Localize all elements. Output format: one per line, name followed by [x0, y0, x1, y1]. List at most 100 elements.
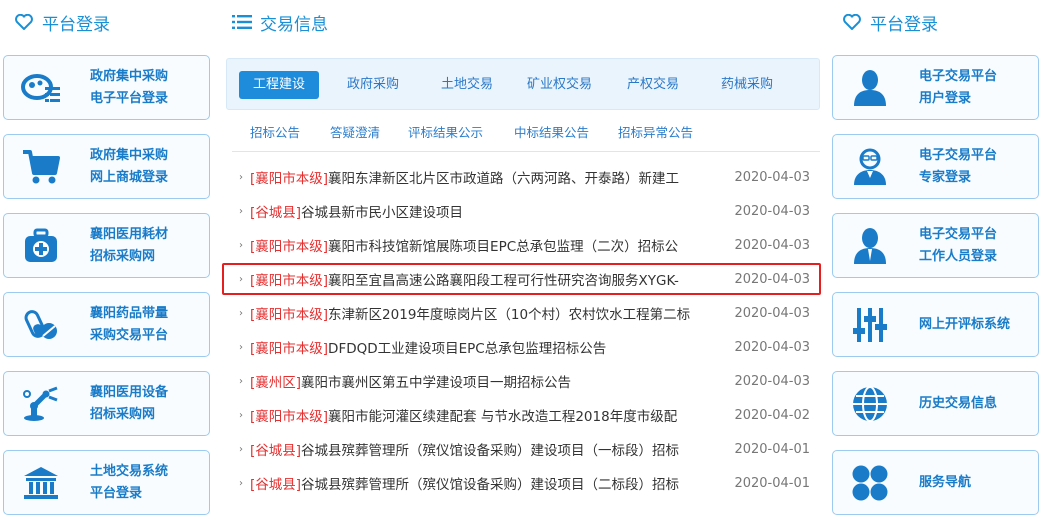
- chevron-right-icon: ›: [239, 341, 243, 353]
- news-date: 2020-04-03: [734, 305, 810, 321]
- right-section-heading: 平台登录: [842, 8, 938, 36]
- user-icon: [847, 65, 893, 111]
- subtab-award-result[interactable]: 中标结果公告: [514, 124, 589, 142]
- card-user-login[interactable]: 电子交易平台 用户登录: [832, 55, 1039, 120]
- news-date: 2020-04-03: [734, 339, 810, 355]
- card-medical-consumables[interactable]: 襄阳医用耗材 招标采购网: [3, 213, 210, 278]
- tab-property-rights[interactable]: 产权交易: [627, 71, 679, 99]
- medical-kit-icon: [18, 223, 64, 269]
- news-title[interactable]: 襄阳市襄州区第五中学建设项目一期招标公告: [301, 375, 571, 391]
- region-tag: [襄阳市本级]: [250, 239, 329, 255]
- trade-category-tabs: 工程建设 政府采购 土地交易 矿业权交易 产权交易 药械采购: [226, 58, 820, 110]
- chevron-right-icon: ›: [239, 205, 243, 217]
- subtab-tender-exception[interactable]: 招标异常公告: [618, 124, 693, 142]
- card-line2: 网上商城登录: [90, 169, 169, 185]
- region-tag: [襄阳市本级]: [250, 409, 329, 425]
- region-tag: [谷城县]: [250, 477, 302, 493]
- list-item[interactable]: › [襄阳市本级]襄阳市科技馆新馆展陈项目EPC总承包监理（二次）招标公 202…: [232, 234, 822, 256]
- subtab-tender-notice[interactable]: 招标公告: [250, 124, 300, 142]
- region-tag: [襄阳市本级]: [250, 341, 329, 357]
- news-date: 2020-04-02: [734, 407, 810, 423]
- list-item[interactable]: › [襄阳市本级]东津新区2019年度晾岗片区（10个村）农村饮水工程第二标 2…: [232, 302, 822, 324]
- tab-gov-procurement[interactable]: 政府采购: [347, 71, 399, 99]
- card-online-bid-evaluation[interactable]: 网上开评标系统: [832, 292, 1039, 357]
- card-line1: 历史交易信息: [919, 395, 998, 411]
- news-title[interactable]: 襄阳市科技馆新馆展陈项目EPC总承包监理（二次）招标公: [328, 239, 678, 255]
- tab-land-trading[interactable]: 土地交易: [441, 71, 493, 99]
- subtab-bid-evaluation-result[interactable]: 评标结果公示: [408, 124, 483, 142]
- news-title[interactable]: 谷城县殡葬管理所（殡仪馆设备采购）建设项目（二标段）招标: [301, 477, 679, 493]
- staff-icon: [847, 223, 893, 269]
- tab-engineering[interactable]: 工程建设: [239, 71, 320, 99]
- chevron-right-icon: ›: [239, 307, 243, 319]
- middle-heading-label: 交易信息: [260, 14, 328, 35]
- news-date: 2020-04-01: [734, 441, 810, 457]
- card-history-trading-info[interactable]: 历史交易信息: [832, 371, 1039, 436]
- card-line1: 电子交易平台: [919, 68, 998, 84]
- chevron-right-icon: ›: [239, 171, 243, 183]
- news-date: 2020-04-03: [734, 237, 810, 253]
- news-title[interactable]: 襄阳市能河灌区续建配套 与节水改造工程2018年度市级配: [328, 409, 677, 425]
- card-line1: 政府集中采购: [90, 147, 169, 163]
- list-item[interactable]: › [襄阳市本级]襄阳市能河灌区续建配套 与节水改造工程2018年度市级配 20…: [232, 404, 822, 426]
- card-expert-login[interactable]: 电子交易平台 专家登录: [832, 134, 1039, 199]
- card-line1: 襄阳医用设备: [90, 384, 169, 400]
- news-title[interactable]: 东津新区2019年度晾岗片区（10个村）农村饮水工程第二标: [328, 307, 690, 323]
- list-item[interactable]: › [谷城县]谷城县殡葬管理所（殡仪馆设备采购）建设项目（二标段）招标 2020…: [232, 472, 822, 494]
- globe-icon: [847, 381, 893, 427]
- card-line1: 服务导航: [919, 474, 972, 490]
- card-line2: 招标采购网: [90, 406, 156, 422]
- card-line1: 网上开评标系统: [919, 316, 1011, 332]
- list-icon: [232, 12, 252, 32]
- news-title[interactable]: 襄阳东津新区北片区市政道路（六两河路、开泰路）新建工: [328, 171, 679, 187]
- news-title[interactable]: 谷城县殡葬管理所（殡仪馆设备采购）建设项目（一标段）招标: [301, 443, 679, 459]
- tab-mining-rights[interactable]: 矿业权交易: [527, 71, 592, 99]
- card-gov-procurement-mall[interactable]: 政府集中采购 网上商城登录: [3, 134, 210, 199]
- chevron-right-icon: ›: [239, 239, 243, 251]
- card-medical-equipment[interactable]: 襄阳医用设备 招标采购网: [3, 371, 210, 436]
- news-date: 2020-04-03: [734, 373, 810, 389]
- shopping-cart-icon: [18, 144, 64, 190]
- chevron-right-icon: ›: [239, 375, 243, 387]
- card-line1: 电子交易平台: [919, 147, 998, 163]
- tab-drug-equipment[interactable]: 药械采购: [721, 71, 773, 99]
- list-item[interactable]: › [襄阳市本级]襄阳东津新区北片区市政道路（六两河路、开泰路）新建工 2020…: [232, 166, 822, 188]
- news-date: 2020-04-03: [734, 203, 810, 219]
- card-land-trading-system[interactable]: 土地交易系统 平台登录: [3, 450, 210, 515]
- gov-procurement-login-icon: [18, 65, 64, 111]
- card-line2: 平台登录: [90, 485, 143, 501]
- subtab-qa-clarification[interactable]: 答疑澄清: [330, 124, 380, 142]
- list-item[interactable]: › [襄阳市本级]DFDQD工业建设项目EPC总承包监理招标公告 2020-04…: [232, 336, 822, 358]
- left-heading-label: 平台登录: [42, 14, 110, 35]
- middle-section-heading: 交易信息: [232, 8, 328, 36]
- region-tag: [襄阳市本级]: [250, 171, 329, 187]
- news-title[interactable]: 谷城县新市民小区建设项目: [301, 205, 463, 221]
- region-tag: [谷城县]: [250, 443, 302, 459]
- card-drug-volume-procurement[interactable]: 襄阳药品带量 采购交易平台: [3, 292, 210, 357]
- highlight-box: [222, 263, 821, 295]
- card-gov-procurement-platform-login[interactable]: 政府集中采购 电子平台登录: [3, 55, 210, 120]
- news-date: 2020-04-03: [734, 169, 810, 185]
- card-line2: 采购交易平台: [90, 327, 169, 343]
- card-line2: 专家登录: [919, 169, 972, 185]
- list-item[interactable]: › [谷城县]谷城县新市民小区建设项目 2020-04-03: [232, 200, 822, 222]
- bank-building-icon: [18, 460, 64, 506]
- card-staff-login[interactable]: 电子交易平台 工作人员登录: [832, 213, 1039, 278]
- region-tag: [谷城县]: [250, 205, 302, 221]
- chevron-right-icon: ›: [239, 409, 243, 421]
- card-line2: 用户登录: [919, 90, 972, 106]
- left-section-heading: 平台登录: [14, 8, 110, 36]
- list-item[interactable]: › [襄州区]襄阳市襄州区第五中学建设项目一期招标公告 2020-04-03: [232, 370, 822, 392]
- card-line2: 招标采购网: [90, 248, 156, 264]
- pill-icon: [18, 302, 64, 348]
- news-title[interactable]: DFDQD工业建设项目EPC总承包监理招标公告: [328, 341, 606, 357]
- heart-icon: [14, 12, 34, 32]
- card-service-navigation[interactable]: 服务导航: [832, 450, 1039, 515]
- chevron-right-icon: ›: [239, 477, 243, 489]
- expert-icon: [847, 144, 893, 190]
- heart-icon: [842, 12, 862, 32]
- grid-icon: [847, 460, 893, 506]
- card-line2: 电子平台登录: [90, 90, 169, 106]
- list-item[interactable]: › [谷城县]谷城县殡葬管理所（殡仪馆设备采购）建设项目（一标段）招标 2020…: [232, 438, 822, 460]
- card-line1: 政府集中采购: [90, 68, 169, 84]
